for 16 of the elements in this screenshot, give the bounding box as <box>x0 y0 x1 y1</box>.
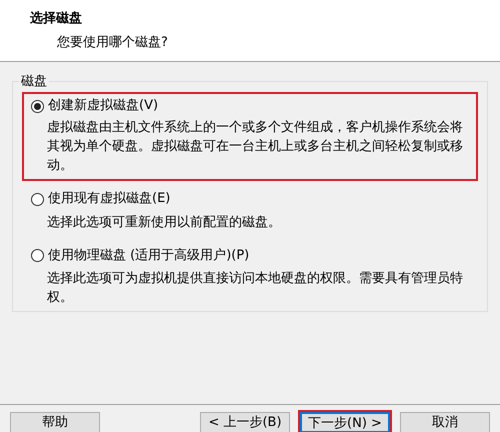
wizard-button[interactable]: 下一步(N) > <box>300 412 390 432</box>
radio-option[interactable]: 创建新虚拟磁盘(V) <box>31 97 158 115</box>
radio-icon[interactable] <box>31 100 44 112</box>
radio-option[interactable]: 使用现有虚拟磁盘(E) <box>31 190 170 208</box>
page-subtitle: 您要使用哪个磁盘? <box>56 34 169 51</box>
option-description: 虚拟磁盘由主机文件系统上的一个或多个文件组成，客户机操作系统会将其视为单个硬盘。虚拟磁盘可在一台主机上或多台主机之间轻松复制或移动。 <box>46 119 464 175</box>
radio-option[interactable]: 使用物理磁盘 (适用于高级用户)(P) <box>31 246 250 264</box>
option-description: 选择此选项可重新使用以前配置的磁盘。 <box>46 214 282 232</box>
radio-icon[interactable] <box>31 192 44 206</box>
option-description: 选择此选项可为虚拟机提供直接访问本地硬盘的权限。需要具有管理员特权。 <box>46 270 464 307</box>
page-title: 选择磁盘 <box>30 10 83 27</box>
group-label: 磁盘 <box>20 73 48 90</box>
radio-icon[interactable] <box>31 249 44 262</box>
wizard-button[interactable]: 取消 <box>400 412 490 432</box>
wizard-button[interactable]: 帮助 <box>10 412 100 432</box>
wizard-button[interactable]: < 上一步(B) <box>200 412 290 432</box>
